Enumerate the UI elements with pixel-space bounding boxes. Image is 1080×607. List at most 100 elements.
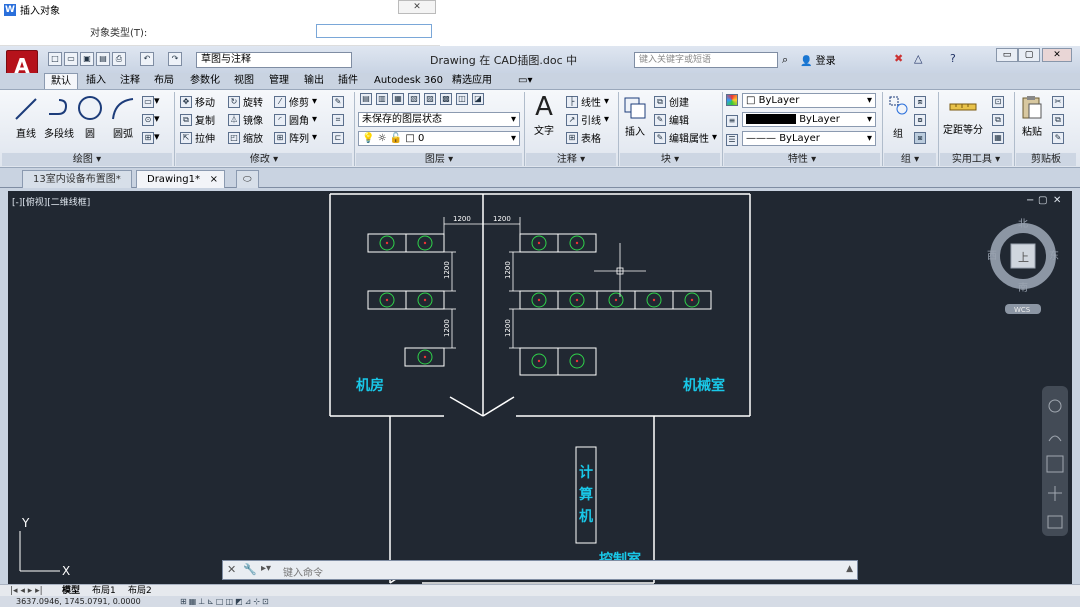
command-line[interactable]: ✕ 🔧 ▸▾ 键入命令 ▲: [222, 560, 858, 580]
match-properties-icon[interactable]: [726, 94, 738, 109]
workspace-dropdown[interactable]: 草图与注释: [196, 52, 352, 68]
properties-panel-title[interactable]: 特性 ▾: [724, 153, 880, 166]
minimize-button[interactable]: ▭: [996, 48, 1018, 62]
polyline-button[interactable]: 多段线: [42, 96, 76, 140]
arc-button[interactable]: 圆弧: [108, 96, 138, 140]
command-prompt-icon[interactable]: ▸▾: [261, 563, 271, 574]
group-edit-icon[interactable]: ⧇: [914, 112, 926, 126]
cut-icon[interactable]: ✂: [1052, 94, 1064, 108]
rectangle-icon[interactable]: ▭ ▾: [142, 94, 160, 108]
explode-icon[interactable]: ⌗: [332, 112, 344, 126]
measure-button[interactable]: 定距等分: [942, 96, 984, 136]
insert-block-button[interactable]: 插入: [622, 94, 648, 138]
tab-insert[interactable]: 插入: [80, 73, 112, 89]
viewport-close-icon[interactable]: ✕: [1053, 195, 1061, 206]
groups-panel-title[interactable]: 组 ▾: [884, 153, 936, 166]
utilities-panel-title[interactable]: 实用工具 ▾: [940, 153, 1012, 166]
login-button[interactable]: 👤 登录: [800, 52, 836, 67]
command-close-icon[interactable]: ✕: [227, 563, 236, 576]
autodesk-icon[interactable]: △: [914, 52, 922, 65]
object-type-field[interactable]: [316, 24, 432, 38]
edit-block-button[interactable]: ✎ 编辑: [654, 112, 689, 127]
lineweight-dropdown[interactable]: ——— ByLayer ▾: [742, 131, 876, 146]
text-button[interactable]: A 文字: [530, 92, 558, 137]
new-tab-button[interactable]: ⬭: [236, 170, 259, 188]
tab-output[interactable]: 输出: [298, 73, 330, 89]
line-button[interactable]: 直线: [10, 96, 42, 140]
layer-isolate-icon[interactable]: ▧: [408, 93, 420, 105]
circle-button[interactable]: 圆: [76, 94, 104, 140]
layer-properties-icon[interactable]: ▤: [360, 93, 372, 105]
tab-home[interactable]: 默认: [44, 73, 78, 89]
drawing-canvas[interactable]: [-][俯视][二维线框] 1200 1200 1200 1200 1200 1…: [8, 191, 1072, 586]
leader-button[interactable]: ↗ 引线 ▾: [566, 112, 609, 127]
save-icon[interactable]: ▣: [80, 52, 94, 66]
mirror-button[interactable]: ⏃ 镜像: [228, 112, 263, 127]
block-panel-title[interactable]: 块 ▾: [620, 153, 720, 166]
open-file-icon[interactable]: ▭: [64, 52, 78, 66]
move-button[interactable]: ✥ 移动: [180, 94, 215, 109]
tab-view[interactable]: 视图: [228, 73, 260, 89]
command-settings-icon[interactable]: 🔧: [243, 563, 257, 576]
copy-clip-icon[interactable]: ⧉: [1052, 112, 1064, 126]
undo-icon[interactable]: ↶: [140, 52, 154, 66]
annotation-panel-title[interactable]: 注释 ▾: [526, 153, 616, 166]
tab-autodesk-360[interactable]: Autodesk 360: [368, 73, 449, 89]
trim-button[interactable]: ⁄ 修剪 ▾: [274, 94, 317, 109]
paste-button[interactable]: 粘贴: [1018, 94, 1046, 138]
drafting-toggle-icons[interactable]: ⊞▦⊥⊾□◫◩⊿⊹⊡: [180, 596, 271, 607]
command-history-icon[interactable]: ▲: [846, 564, 853, 574]
create-block-button[interactable]: ⧉ 创建: [654, 94, 689, 109]
fillet-button[interactable]: ◜ 圆角 ▾: [274, 112, 317, 127]
tab-featured-apps[interactable]: 精选应用: [446, 73, 498, 89]
calculator-icon[interactable]: ▦: [992, 130, 1004, 144]
boundary-icon[interactable]: ⊞ ▾: [142, 130, 160, 144]
draw-panel-title[interactable]: 绘图 ▾: [2, 153, 172, 166]
print-icon[interactable]: ⎙: [112, 52, 126, 66]
binoculars-icon[interactable]: ⌕: [782, 53, 788, 67]
exchange-icon[interactable]: ✖: [894, 52, 903, 65]
edit-attributes-button[interactable]: ✎ 编辑属性 ▾: [654, 130, 717, 145]
hatch-icon[interactable]: ⊙ ▾: [142, 112, 160, 126]
offset-icon[interactable]: ⊏: [332, 130, 344, 144]
save-as-icon[interactable]: ▤: [96, 52, 110, 66]
layers-panel-title[interactable]: 图层 ▾: [356, 153, 522, 166]
viewport-restore-icon[interactable]: ▢: [1038, 195, 1047, 206]
quick-select-icon[interactable]: ⊡: [992, 94, 1004, 108]
redo-icon[interactable]: ↷: [168, 52, 182, 66]
array-button[interactable]: ⊞ 阵列 ▾: [274, 130, 317, 145]
select-all-icon[interactable]: ⧉: [992, 112, 1004, 126]
close-tab-icon[interactable]: ×: [210, 171, 218, 189]
navigation-bar[interactable]: [1042, 386, 1068, 536]
clipboard-panel-title[interactable]: 剪贴板: [1016, 153, 1076, 166]
viewport-minimize-icon[interactable]: −: [1026, 195, 1034, 206]
linetype-dropdown[interactable]: ByLayer ▾: [742, 112, 876, 127]
doc-tab-13[interactable]: 13室内设备布置图*: [22, 170, 132, 188]
command-input[interactable]: 键入命令: [283, 564, 323, 579]
ribbon-toggle-icon[interactable]: ▭▾: [512, 73, 538, 89]
group-button[interactable]: 组: [886, 94, 910, 140]
new-file-icon[interactable]: □: [48, 52, 62, 66]
layer-freeze-icon[interactable]: ▦: [392, 93, 404, 105]
tab-annotate[interactable]: 注释: [114, 73, 146, 89]
stretch-button[interactable]: ⇱ 拉伸: [180, 130, 215, 145]
color-dropdown[interactable]: □ ByLayer ▾: [742, 93, 876, 108]
doc-tab-drawing1[interactable]: Drawing1* ×: [136, 170, 225, 188]
layer-previous-icon[interactable]: ▩: [440, 93, 452, 105]
help-icon[interactable]: ?: [950, 52, 956, 65]
table-button[interactable]: ⊞ 表格: [566, 130, 601, 145]
dialog-close-button[interactable]: ✕: [398, 0, 436, 14]
layer-dropdown[interactable]: 💡 ☼ 🔓 □ 0 ▾: [358, 131, 520, 146]
scale-button[interactable]: ◰ 缩放: [228, 130, 263, 145]
rotate-button[interactable]: ↻ 旋转: [228, 94, 263, 109]
tab-plugins[interactable]: 插件: [332, 73, 364, 89]
tab-parametric[interactable]: 参数化: [184, 73, 226, 89]
linear-dim-button[interactable]: ├ 线性 ▾: [566, 94, 609, 109]
restore-button[interactable]: ▢: [1018, 48, 1040, 62]
ungroup-icon[interactable]: ⧈: [914, 94, 926, 108]
match-prop-icon[interactable]: ✎: [1052, 130, 1064, 144]
layer-walk-icon[interactable]: ◫: [456, 93, 468, 105]
group-select-icon[interactable]: ⧆: [914, 130, 926, 144]
search-input[interactable]: 键入关键字或短语: [634, 52, 778, 68]
copy-button[interactable]: ⧉ 复制: [180, 112, 215, 127]
